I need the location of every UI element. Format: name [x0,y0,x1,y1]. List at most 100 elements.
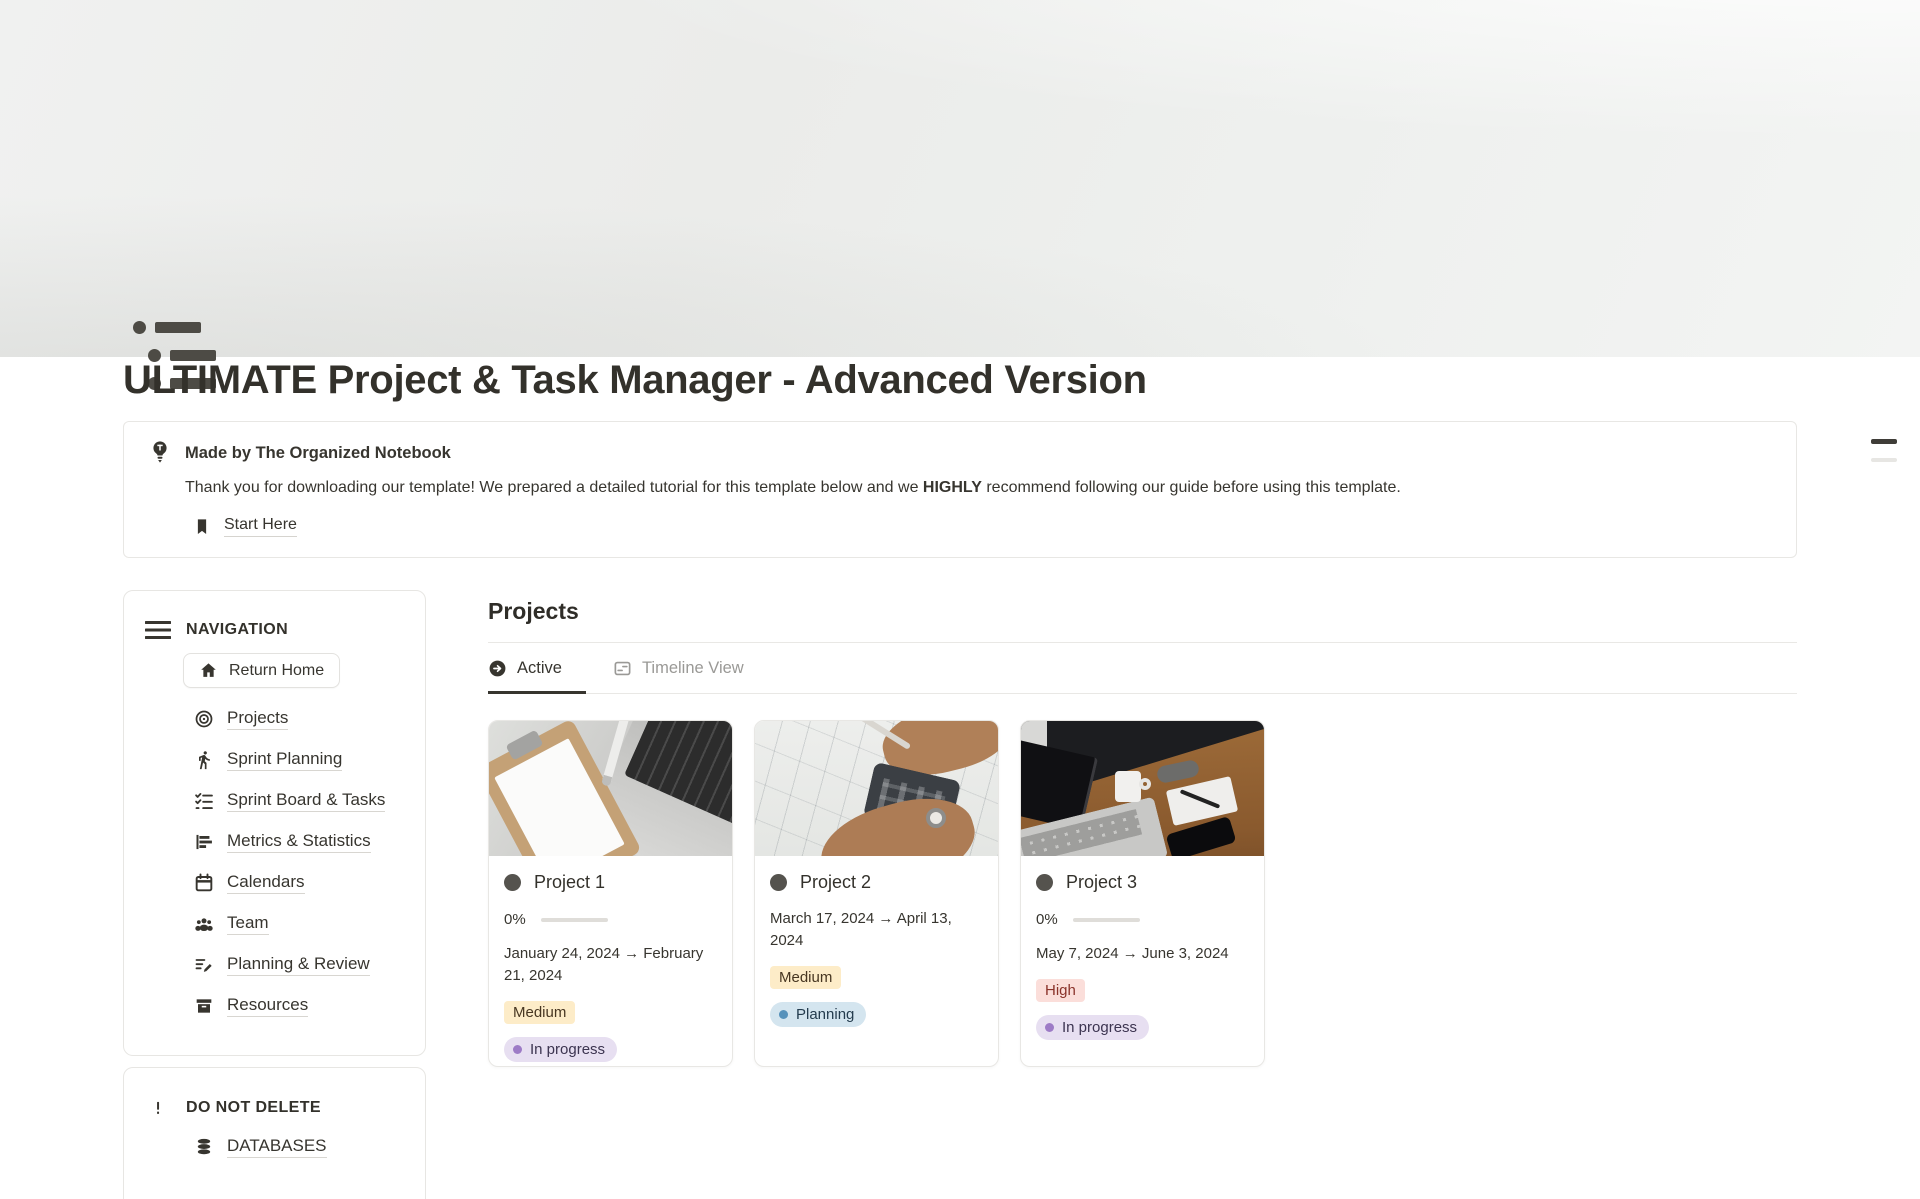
sidebar-item-calendars[interactable]: Calendars [194,872,407,894]
calendar-icon [194,873,214,893]
callout-body-bold: HIGHLY [923,479,982,496]
tab-active[interactable]: Active [488,643,586,694]
navigation-panel: NAVIGATION Return Home Projects Sprint P… [123,590,426,1056]
callout-body: Thank you for downloading our template! … [185,476,1772,500]
database-icon [194,1137,214,1157]
sidebar-item-label: Planning & Review [227,954,370,976]
start-here-link[interactable]: Start Here [224,516,297,537]
view-tabs: Active Timeline View [488,643,1797,694]
status-badge: Planning [770,1002,866,1027]
tab-timeline-view[interactable]: Timeline View [613,643,768,694]
progress-value: 0% [504,911,526,928]
status-badge: In progress [1036,1015,1149,1040]
sidebar-item-label: DATABASES [227,1136,327,1158]
sidebar-item-label: Sprint Board & Tasks [227,790,385,812]
status-badge: In progress [504,1037,617,1062]
circle-arrow-icon [488,659,507,678]
priority-badge: Medium [770,966,841,989]
checklist-icon [194,791,214,811]
page-controls [1871,439,1897,462]
project-3-cover-photo [1021,721,1264,856]
priority-badge: High [1036,979,1085,1002]
callout-body-text: recommend following our guide before usi… [982,479,1401,496]
project-dates: May 7, 2024 → June 3, 2024 [1036,943,1229,965]
exclamation-icon [151,1095,165,1121]
project-page-icon [1036,874,1053,891]
sidebar-item-sprint-board[interactable]: Sprint Board & Tasks [194,790,407,812]
navigation-header: NAVIGATION [145,620,407,640]
lightbulb-icon [150,440,170,466]
sidebar-item-projects[interactable]: Projects [194,708,407,730]
sidebar-item-label: Projects [227,708,288,730]
list-icon-row [133,321,216,334]
return-home-button[interactable]: Return Home [183,653,340,688]
tab-label: Timeline View [642,659,744,678]
status-label: In progress [1062,1019,1137,1036]
sidebar-item-label: Metrics & Statistics [227,831,371,853]
maker-callout: Made by The Organized Notebook Thank you… [123,421,1797,558]
project-2-cover-photo [755,721,998,856]
page-cover-image [0,0,1920,357]
page-title: ULTIMATE Project & Task Manager - Advanc… [123,357,1797,403]
navigation-title: NAVIGATION [186,621,288,639]
archive-box-icon [194,996,214,1016]
sidebar-item-sprint-planning[interactable]: Sprint Planning [194,749,407,771]
return-home-label: Return Home [229,662,324,680]
tab-label: Active [517,659,562,678]
sidebar: NAVIGATION Return Home Projects Sprint P… [123,590,426,1199]
sidebar-item-planning-review[interactable]: Planning & Review [194,954,407,976]
do-not-delete-panel: DO NOT DELETE DATABASES [123,1067,426,1199]
project-card-title: Project 1 [534,872,605,893]
priority-badge: Medium [504,1001,575,1024]
progress-bar [541,918,608,922]
project-card-title: Project 2 [800,872,871,893]
bookmark-icon [193,516,211,537]
status-dot-icon [779,1010,788,1019]
scroll-indicator-dash [1871,458,1897,462]
sidebar-item-databases[interactable]: DATABASES [194,1136,407,1158]
bar-chart-icon [194,832,214,852]
hamburger-menu-icon [145,620,171,640]
sidebar-item-label: Team [227,913,269,935]
do-not-delete-header: DO NOT DELETE [151,1095,407,1121]
project-page-icon [770,874,787,891]
do-not-delete-title: DO NOT DELETE [186,1099,321,1117]
target-icon [194,709,214,729]
board-view-icon [613,659,632,678]
project-1-cover-photo [489,721,732,856]
projects-section: Projects Active Timeline View [488,590,1797,1067]
sidebar-item-label: Sprint Planning [227,749,342,771]
progress-row: 0% [1036,911,1140,928]
project-dates: March 17, 2024 → April 13, 2024 [770,908,983,952]
runner-icon [194,750,214,770]
edit-list-icon [194,955,214,975]
progress-bar [1073,918,1140,922]
navigation-list: Projects Sprint Planning Sprint Board & … [194,708,407,1017]
progress-row: 0% [504,911,608,928]
projects-heading: Projects [488,598,1797,625]
progress-value: 0% [1036,911,1058,928]
project-card-1[interactable]: Project 1 0% January 24, 2024 → February… [488,720,733,1067]
project-card-3[interactable]: Project 3 0% May 7, 2024 → June 3, 2024 … [1020,720,1265,1067]
home-icon [199,661,218,680]
callout-body-text: Thank you for downloading our template! … [185,479,923,496]
project-dates: January 24, 2024 → February 21, 2024 [504,943,717,987]
sidebar-item-label: Calendars [227,872,305,894]
project-card-2[interactable]: Project 2 March 17, 2024 → April 13, 202… [754,720,999,1067]
page-content: ULTIMATE Project & Task Manager - Advanc… [0,357,1920,1199]
project-cards: Project 1 0% January 24, 2024 → February… [488,720,1797,1067]
sidebar-item-metrics[interactable]: Metrics & Statistics [194,831,407,853]
status-dot-icon [513,1045,522,1054]
sidebar-item-resources[interactable]: Resources [194,995,407,1017]
project-page-icon [504,874,521,891]
minimize-dash-icon[interactable] [1871,439,1897,444]
status-dot-icon [1045,1023,1054,1032]
callout-title: Made by The Organized Notebook [185,444,1772,463]
project-card-title: Project 3 [1066,872,1137,893]
sidebar-item-team[interactable]: Team [194,913,407,935]
status-label: In progress [530,1041,605,1058]
status-label: Planning [796,1006,854,1023]
start-here-row: Start Here [193,516,1772,537]
people-icon [194,914,214,934]
sidebar-item-label: Resources [227,995,308,1017]
